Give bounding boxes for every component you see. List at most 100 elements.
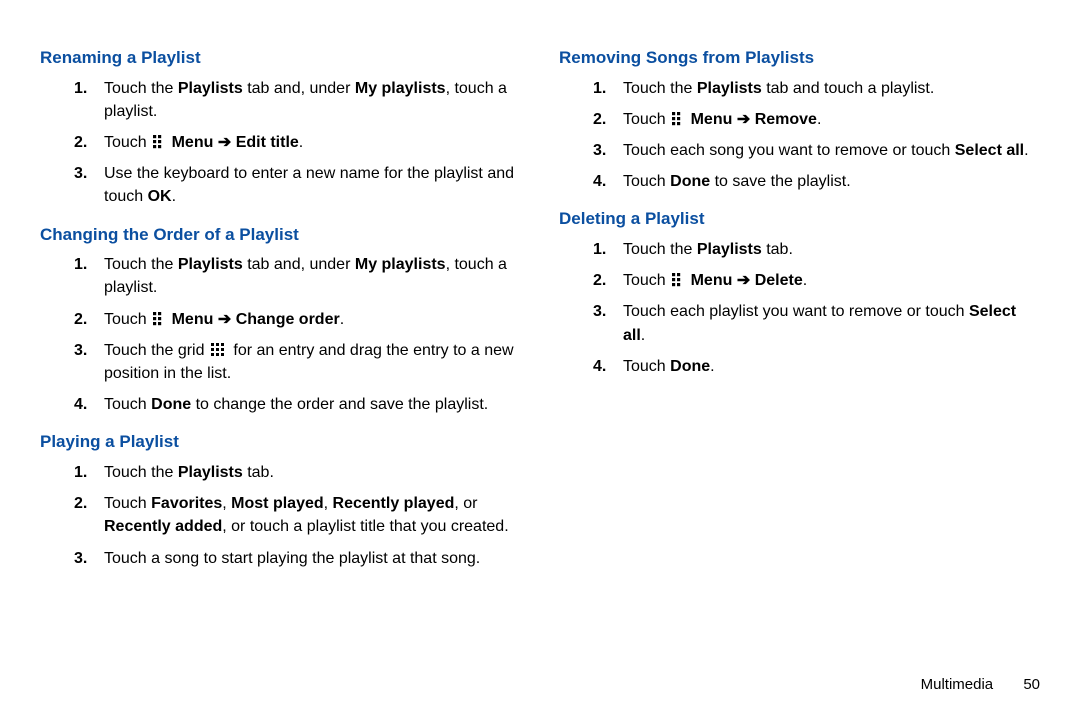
text: Touch the (623, 241, 697, 258)
text: tab. (762, 241, 793, 258)
bold-text: Menu (691, 272, 733, 289)
left-column: Renaming a Playlist 1. Touch the Playlists… (40, 40, 521, 584)
section-heading: Playing a Playlist (40, 430, 521, 455)
step-item: 2.Touch Menu ➔ Remove. (593, 108, 1040, 131)
step-number: 3. (74, 547, 87, 570)
step-body: Touch the Playlists tab. (104, 464, 274, 481)
step-item: 1. Touch the Playlists tab. (74, 461, 521, 484)
text: . (803, 272, 807, 289)
text: Touch a song to start playing the playli… (104, 550, 480, 567)
text: . (340, 311, 344, 328)
text: tab and, under (243, 80, 355, 97)
footer-page-number: 50 (1023, 676, 1040, 693)
step-item: 4.Touch Done. (593, 355, 1040, 378)
step-number: 3. (74, 162, 87, 185)
text: , or touch a playlist title that you cre… (222, 518, 508, 535)
text: Touch (104, 396, 151, 413)
step-number: 3. (74, 339, 87, 362)
step-item: 2. Touch Menu ➔ Edit title. (74, 131, 521, 154)
page-footer: Multimedia 50 (921, 674, 1040, 696)
bold-text: Favorites (151, 495, 222, 512)
arrow-icon: ➔ (737, 272, 750, 289)
text: Touch each song you want to remove or to… (623, 142, 955, 159)
text: Touch (104, 134, 151, 151)
step-body: Touch Menu ➔ Edit title. (104, 134, 303, 151)
footer-section: Multimedia (921, 676, 994, 693)
step-item: 2.Touch Menu ➔ Change order. (74, 308, 521, 331)
text: . (817, 111, 821, 128)
step-number: 4. (593, 355, 606, 378)
bold-text: Playlists (178, 464, 243, 481)
step-number: 2. (74, 131, 87, 154)
bold-text: Done (670, 358, 710, 375)
bold-text: Select all (955, 142, 1024, 159)
step-number: 1. (593, 238, 606, 261)
text: . (1024, 142, 1028, 159)
bold-text: Playlists (178, 80, 243, 97)
step-number: 4. (593, 170, 606, 193)
step-number: 1. (74, 253, 87, 276)
step-body: Touch the Playlists tab and touch a play… (623, 80, 934, 97)
bold-text: My playlists (355, 256, 446, 273)
step-number: 1. (593, 77, 606, 100)
step-body: Touch the Playlists tab and, under My pl… (104, 80, 507, 120)
step-item: 1. Touch the Playlists tab and touch a pl… (593, 77, 1040, 100)
text: to save the playlist. (710, 173, 851, 190)
step-number: 2. (593, 269, 606, 292)
text: Touch (623, 173, 670, 190)
step-item: 4.Touch Done to change the order and sav… (74, 393, 521, 416)
step-body: Touch each song you want to remove or to… (623, 142, 1029, 159)
menu-icon (153, 312, 163, 326)
bold-text: My playlists (355, 80, 446, 97)
text: . (641, 327, 645, 344)
text: Touch (623, 272, 670, 289)
text: Touch (104, 311, 151, 328)
step-number: 1. (74, 77, 87, 100)
step-item: 4. Touch Done to save the playlist. (593, 170, 1040, 193)
text: . (299, 134, 303, 151)
text: Touch the (104, 464, 178, 481)
step-item: 1. Touch the Playlists tab and, under My … (74, 77, 521, 123)
step-number: 3. (593, 139, 606, 162)
text: Touch the grid (104, 342, 209, 359)
bold-text: OK (148, 188, 172, 205)
step-item: 3.Touch each playlist you want to remove… (593, 300, 1040, 346)
section-heading: Removing Songs from Playlists (559, 46, 1040, 71)
step-item: 1.Touch the Playlists tab and, under My … (74, 253, 521, 299)
bold-text: Menu (691, 111, 733, 128)
grid-icon (211, 343, 225, 357)
arrow-icon: ➔ (218, 311, 231, 328)
text: Touch the (623, 80, 697, 97)
step-number: 4. (74, 393, 87, 416)
step-body: Touch Done to save the playlist. (623, 173, 851, 190)
text: Touch the (104, 80, 178, 97)
bold-text: Menu (172, 134, 214, 151)
step-list: 1. Touch the Playlists tab and touch a pl… (559, 77, 1040, 194)
bold-text: Recently added (104, 518, 222, 535)
step-number: 2. (593, 108, 606, 131)
page: Renaming a Playlist 1. Touch the Playlists… (0, 0, 1080, 720)
step-number: 2. (74, 492, 87, 515)
bold-text: Edit title (236, 134, 299, 151)
step-list: 1.Touch the Playlists tab and, under My … (40, 253, 521, 416)
section-heading: Changing the Order of a Playlist (40, 223, 521, 248)
text: tab and, under (243, 256, 355, 273)
text: , (222, 495, 231, 512)
step-item: 3.Touch the grid for an entry and drag t… (74, 339, 521, 385)
text: , (324, 495, 333, 512)
text: to change the order and save the playlis… (191, 396, 488, 413)
text: tab and touch a playlist. (762, 80, 935, 97)
step-body: Touch a song to start playing the playli… (104, 550, 480, 567)
step-item: 3. Touch each song you want to remove or … (593, 139, 1040, 162)
bold-text: Change order (236, 311, 340, 328)
section-heading: Renaming a Playlist (40, 46, 521, 71)
step-body: Touch Menu ➔ Delete. (623, 272, 807, 289)
bold-text: Delete (755, 272, 803, 289)
step-number: 1. (74, 461, 87, 484)
bold-text: Recently played (333, 495, 455, 512)
text: , or (454, 495, 477, 512)
bold-text: Playlists (178, 256, 243, 273)
step-body: Touch Menu ➔ Change order. (104, 311, 344, 328)
text: Touch each playlist you want to remove o… (623, 303, 969, 320)
bold-text: Playlists (697, 241, 762, 258)
